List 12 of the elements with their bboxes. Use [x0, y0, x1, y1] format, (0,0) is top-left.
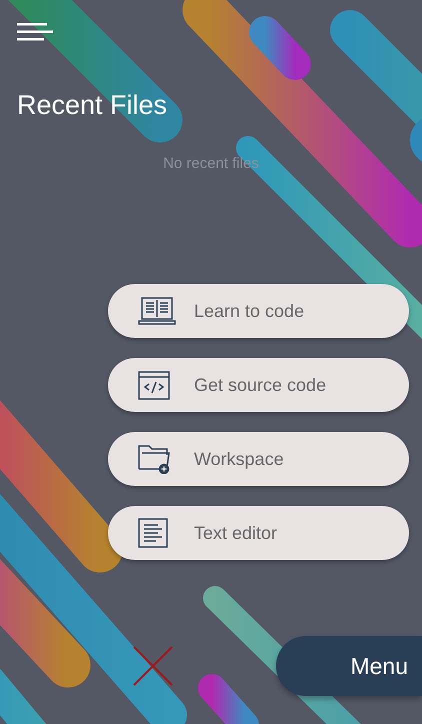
menu-icon[interactable]	[17, 22, 53, 42]
close-icon[interactable]	[133, 646, 173, 686]
action-button[interactable]: Text editor	[108, 506, 409, 560]
action-button[interactable]: Learn to code	[108, 284, 409, 338]
action-button[interactable]: Workspace	[108, 432, 409, 486]
folder-add-icon	[138, 444, 172, 474]
code-window-icon	[138, 370, 170, 400]
page-title: Recent Files	[17, 90, 168, 121]
document-icon	[138, 518, 168, 548]
laptop-book-icon	[138, 297, 176, 325]
menu-button[interactable]: Menu	[276, 636, 422, 696]
action-button[interactable]: Get source code	[108, 358, 409, 412]
